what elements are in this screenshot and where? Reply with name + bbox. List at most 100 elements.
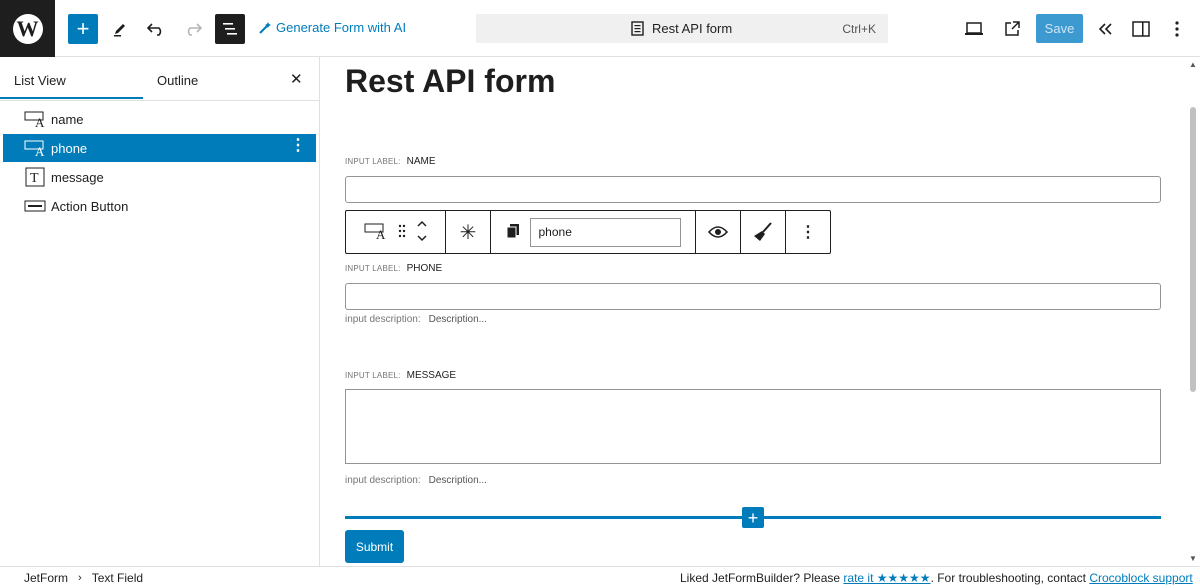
list-item-message[interactable]: T message bbox=[3, 163, 316, 191]
more-vertical-icon[interactable]: ⋮ bbox=[290, 138, 306, 154]
chevrons-left-icon bbox=[1098, 23, 1112, 35]
close-icon: ✕ bbox=[290, 71, 303, 88]
undo-button[interactable] bbox=[141, 14, 171, 44]
label-prefix: input label: bbox=[345, 264, 401, 273]
document-title: Rest API form bbox=[631, 21, 732, 36]
breadcrumb-item-text-field[interactable]: Text Field bbox=[92, 571, 143, 585]
name-input[interactable] bbox=[345, 176, 1161, 203]
field-description-message[interactable]: input description: Description... bbox=[345, 475, 487, 486]
list-item-label: name bbox=[51, 111, 84, 127]
block-breadcrumb: JetForm › Text Field bbox=[24, 571, 143, 585]
svg-text:A: A bbox=[376, 227, 386, 240]
list-item-label: phone bbox=[51, 140, 88, 156]
keyboard-shortcut: Ctrl+K bbox=[842, 22, 876, 36]
list-item-phone[interactable]: A phone ⋮ bbox=[3, 134, 316, 162]
tab-list-view[interactable]: List View bbox=[14, 73, 66, 88]
eye-icon bbox=[708, 226, 728, 238]
drag-handle-icon[interactable] bbox=[398, 224, 406, 241]
description-prefix: input description: bbox=[345, 475, 421, 486]
sidebar-tabs: List View Outline ✕ bbox=[0, 57, 319, 101]
footer-note: Liked JetFormBuilder? Please rate it ★★★… bbox=[680, 571, 1193, 585]
description-placeholder: Description... bbox=[428, 475, 487, 486]
rate-link[interactable]: rate it ★★★★★ bbox=[843, 571, 930, 585]
list-item-name[interactable]: A name bbox=[3, 105, 316, 133]
redo-button[interactable] bbox=[178, 14, 208, 44]
options-menu-button[interactable] bbox=[1162, 14, 1192, 44]
svg-text:T: T bbox=[30, 171, 39, 186]
block-toolbar: A ✳ phone ⋮ bbox=[345, 210, 831, 254]
desktop-icon bbox=[965, 22, 983, 35]
message-textarea[interactable] bbox=[345, 389, 1161, 464]
generate-form-ai-label: Generate Form with AI bbox=[276, 20, 407, 35]
required-toggle-button[interactable]: ✳ bbox=[446, 211, 491, 253]
wordpress-logo-button[interactable]: W bbox=[0, 0, 55, 57]
undo-icon bbox=[147, 23, 162, 36]
document-overview-sidebar: List View Outline ✕ A name A phone ⋮ T m… bbox=[0, 57, 320, 566]
text-field-icon[interactable]: A bbox=[364, 222, 388, 243]
insert-block-button[interactable]: + bbox=[742, 507, 764, 528]
page-title[interactable]: Rest API form bbox=[345, 63, 555, 100]
field-description-phone[interactable]: input description: Description... bbox=[345, 314, 487, 325]
add-block-button[interactable]: + bbox=[68, 14, 98, 44]
collapse-button[interactable] bbox=[1090, 14, 1120, 44]
redo-icon bbox=[187, 23, 202, 36]
label-value: MESSAGE bbox=[406, 370, 457, 381]
style-button[interactable] bbox=[741, 211, 786, 253]
svg-text:A: A bbox=[35, 115, 45, 128]
label-prefix: input label: bbox=[345, 157, 401, 166]
asterisk-icon: ✳ bbox=[459, 221, 477, 244]
more-vertical-icon: ⋮ bbox=[800, 224, 816, 241]
document-overview-button[interactable] bbox=[215, 14, 245, 44]
block-type-group: A bbox=[346, 211, 446, 253]
tools-button[interactable] bbox=[105, 14, 135, 44]
svg-text:A: A bbox=[35, 144, 45, 157]
top-toolbar: W + Generate Form with AI Rest API form … bbox=[0, 0, 1200, 57]
chevron-right-icon: › bbox=[78, 572, 82, 584]
submit-button[interactable]: Submit bbox=[345, 530, 404, 563]
label-value: NAME bbox=[406, 156, 436, 167]
scroll-thumb[interactable] bbox=[1190, 107, 1196, 392]
label-value: PHONE bbox=[406, 263, 443, 274]
copy-icon[interactable] bbox=[506, 223, 520, 242]
pencil-icon bbox=[114, 24, 125, 37]
description-prefix: input description: bbox=[345, 314, 421, 325]
scroll-down-icon[interactable]: ▼ bbox=[1189, 554, 1197, 563]
phone-input[interactable] bbox=[345, 283, 1161, 310]
command-palette-bar[interactable]: Rest API form Ctrl+K bbox=[476, 14, 888, 43]
wordpress-icon: W bbox=[12, 13, 43, 44]
preview-device-button[interactable] bbox=[959, 14, 989, 44]
editor-canvas: Rest API form input label: NAME A ✳ bbox=[321, 57, 1200, 566]
list-view-icon bbox=[223, 23, 237, 35]
close-sidebar-button[interactable]: ✕ bbox=[290, 70, 303, 88]
list-item-action-button[interactable]: Action Button bbox=[3, 192, 316, 220]
save-button[interactable]: Save bbox=[1036, 14, 1083, 43]
settings-sidebar-button[interactable] bbox=[1126, 14, 1156, 44]
footer-bar: JetForm › Text Field Liked JetFormBuilde… bbox=[0, 566, 1200, 588]
field-name-input[interactable] bbox=[529, 217, 681, 247]
visibility-button[interactable] bbox=[696, 211, 741, 253]
scroll-up-icon[interactable]: ▲ bbox=[1189, 60, 1197, 69]
breadcrumb-item-form[interactable]: JetForm bbox=[24, 571, 68, 585]
footer-note-middle: . For troubleshooting, contact bbox=[930, 571, 1090, 585]
canvas-scrollbar[interactable]: ▲ ▼ bbox=[1186, 57, 1200, 566]
action-button-icon bbox=[23, 196, 47, 216]
field-label-name[interactable]: input label: NAME bbox=[345, 156, 436, 167]
field-label-message[interactable]: input label: MESSAGE bbox=[345, 370, 456, 381]
label-prefix: input label: bbox=[345, 371, 401, 380]
footer-note-prefix: Liked JetFormBuilder? Please bbox=[680, 571, 844, 585]
move-up-down-icon[interactable] bbox=[416, 219, 428, 246]
description-placeholder: Description... bbox=[428, 314, 487, 325]
editor-app: W + Generate Form with AI Rest API form … bbox=[0, 0, 1200, 588]
document-title-text: Rest API form bbox=[652, 21, 733, 36]
generate-form-ai-button[interactable]: Generate Form with AI bbox=[258, 20, 406, 35]
block-options-button[interactable]: ⋮ bbox=[786, 211, 830, 253]
text-field-icon: A bbox=[23, 138, 47, 158]
brush-icon bbox=[754, 222, 772, 241]
plus-icon: + bbox=[76, 16, 90, 41]
support-link[interactable]: Crocoblock support bbox=[1089, 571, 1192, 585]
list-item-label: Action Button bbox=[51, 198, 129, 214]
tab-outline[interactable]: Outline bbox=[157, 73, 198, 88]
page-icon bbox=[631, 21, 644, 36]
view-form-button[interactable] bbox=[997, 14, 1027, 44]
field-label-phone[interactable]: input label: PHONE bbox=[345, 263, 442, 274]
